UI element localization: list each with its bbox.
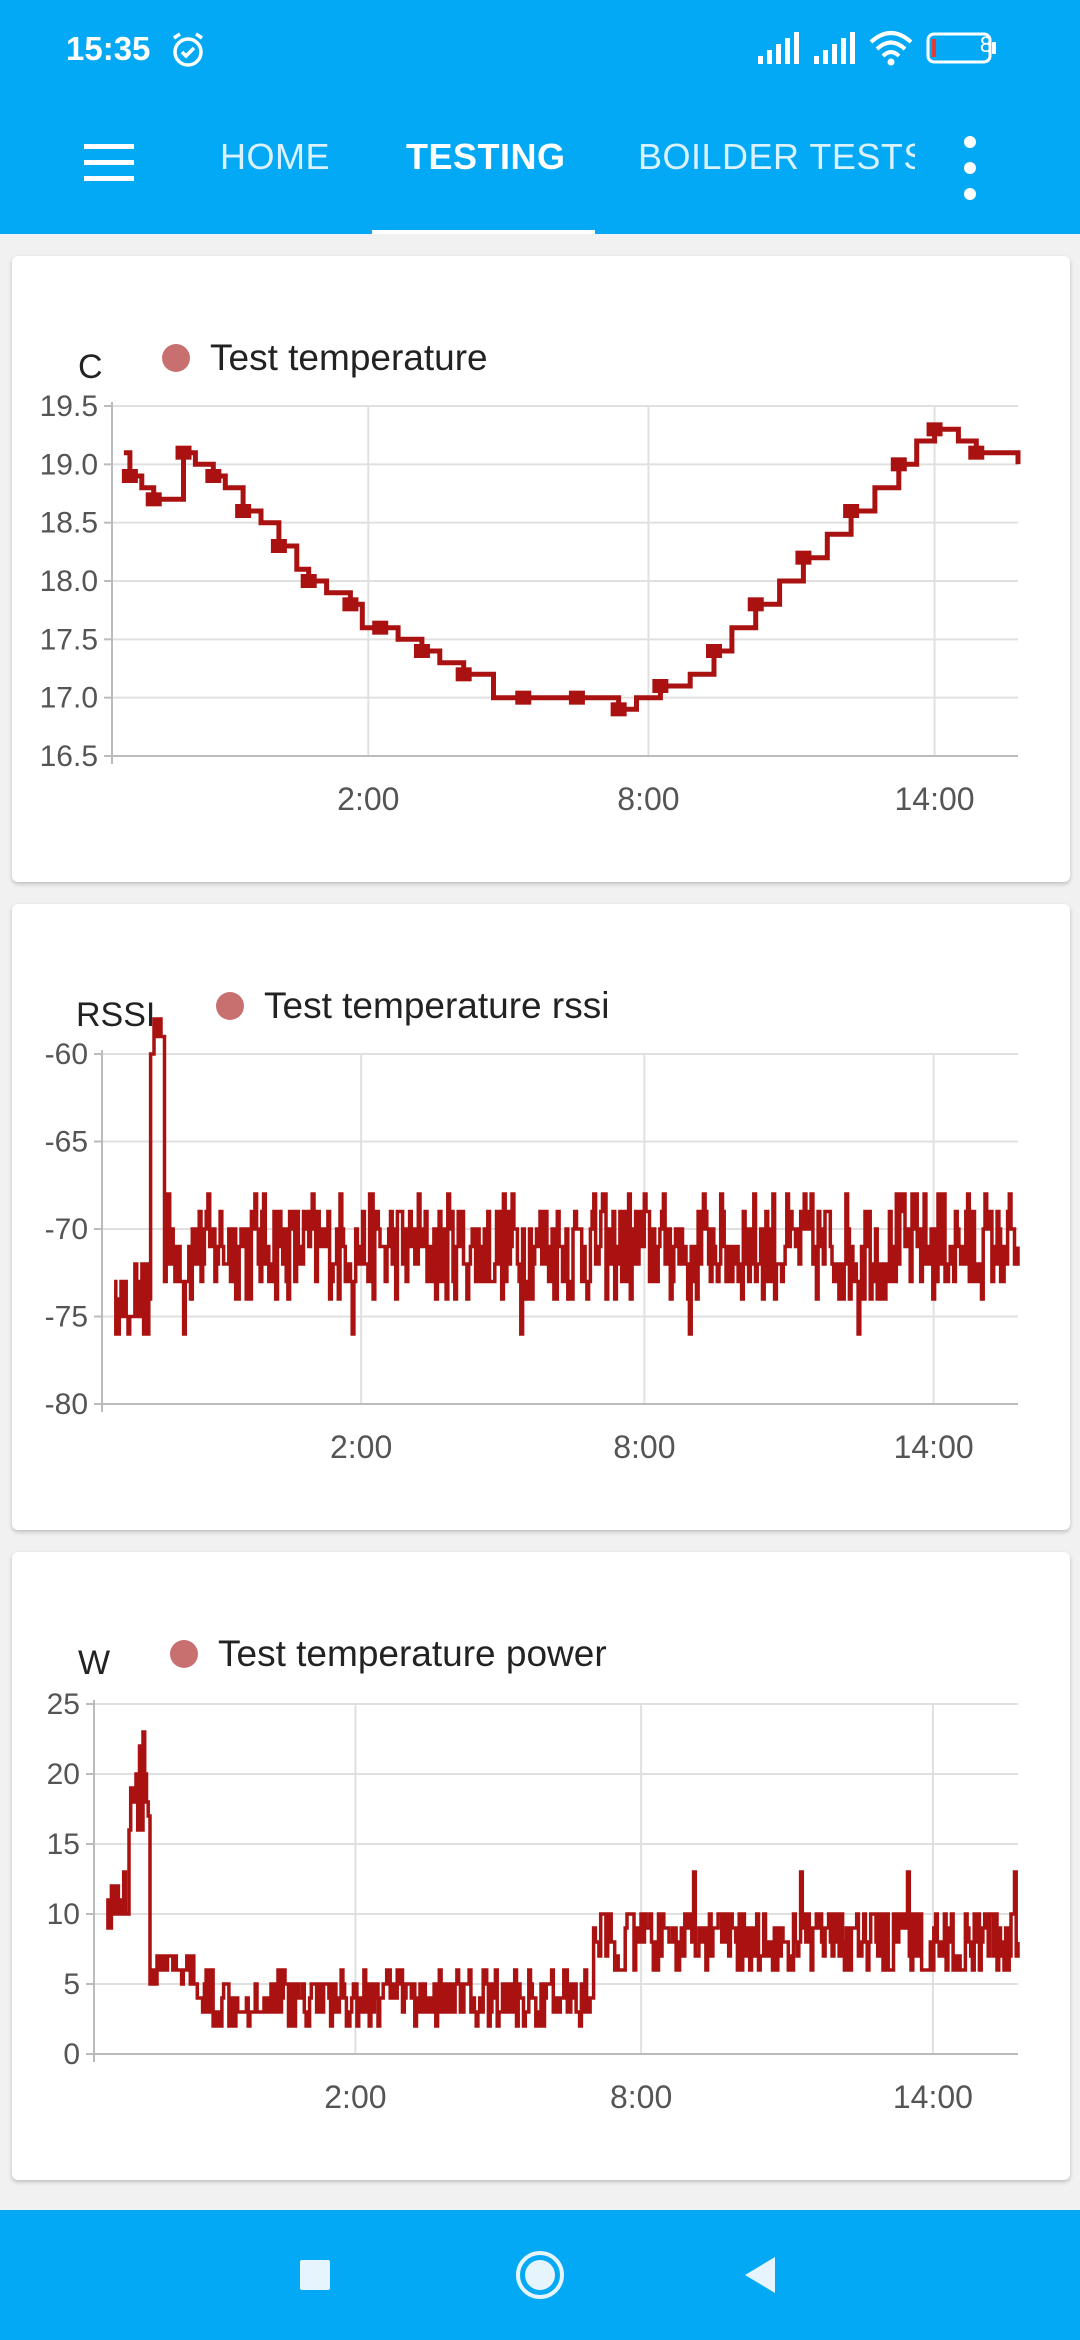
legend-label: Test temperature power <box>218 1633 607 1674</box>
y-tick-label: 17.5 <box>40 623 98 656</box>
app-bar: HOME TESTING BOILDER TESTS <box>0 100 1080 234</box>
data-point <box>413 644 430 658</box>
menu-button[interactable] <box>80 138 140 198</box>
recents-button[interactable] <box>280 2240 350 2310</box>
y-tick-label: 5 <box>63 1968 80 2001</box>
data-point <box>568 690 585 705</box>
temperature-chart: C Test temperature 19.5 19.0 18.5 18.0 17.5 17.… <box>40 337 1021 817</box>
legend-label: Test temperature <box>210 337 488 378</box>
x-tick-label: 2:00 <box>324 2079 386 2115</box>
data-point <box>175 445 192 460</box>
signal-icon <box>814 32 855 64</box>
data-point <box>890 457 907 472</box>
rssi-chart: RSSI Test temperature rssi -60 -65 -70 -75 -80… <box>45 985 1020 1465</box>
more-options-button[interactable] <box>960 134 982 204</box>
legend-marker <box>216 992 244 1020</box>
y-tick-label: -65 <box>45 1126 88 1159</box>
x-tick-label: 8:00 <box>617 781 679 817</box>
data-point <box>610 702 627 717</box>
data-point <box>372 620 389 635</box>
y-tick-label: 18.0 <box>40 565 98 598</box>
status-time: 15:35 <box>66 30 151 67</box>
y-tick-label: -75 <box>45 1301 88 1334</box>
rssi-card: RSSI Test temperature rssi -60 -65 -70 -75 -80… <box>12 904 1070 1530</box>
series-line <box>106 1730 1020 2028</box>
y-tick-label: -60 <box>45 1038 88 1071</box>
x-tick-label: 14:00 <box>894 1429 974 1465</box>
data-point <box>706 644 723 658</box>
data-point <box>145 492 162 507</box>
y-tick-label: 19.0 <box>40 448 98 481</box>
y-tick-label: 25 <box>47 1688 80 1721</box>
y-tick-label: 15 <box>47 1828 80 1861</box>
y-tick-label: 0 <box>63 2038 80 2071</box>
y-tick-label: -80 <box>45 1388 88 1421</box>
y-tick-label: -70 <box>45 1213 88 1246</box>
data-point <box>300 574 317 588</box>
data-point <box>968 445 985 460</box>
x-tick-label: 8:00 <box>613 1429 675 1465</box>
active-tab-indicator <box>372 230 595 234</box>
data-point <box>121 469 138 483</box>
power-card: W Test temperature power 25 20 15 10 5 0 2:00 8:0… <box>12 1552 1070 2180</box>
x-tick-label: 14:00 <box>893 2079 973 2115</box>
y-axis-unit: C <box>78 348 103 386</box>
y-axis-unit: W <box>78 1644 110 1682</box>
tab-home[interactable]: HOME <box>220 100 330 234</box>
temperature-card: C Test temperature 19.5 19.0 18.5 18.0 17.5 17.… <box>12 256 1070 882</box>
x-tick-label: 2:00 <box>337 781 399 817</box>
data-point <box>652 679 669 693</box>
data-point <box>843 504 860 518</box>
y-tick-label: 18.5 <box>40 507 98 540</box>
signal-icon <box>758 32 799 64</box>
data-point <box>795 550 812 565</box>
series-line <box>123 426 1021 712</box>
tab-boilder-tests[interactable]: BOILDER TESTS <box>638 100 915 234</box>
data-point <box>270 539 287 553</box>
tab-bar: HOME TESTING BOILDER TESTS <box>190 100 915 234</box>
app-header: 15:35 8 HOME TESTING BOILDER TESTS <box>0 0 1080 234</box>
y-tick-label: 10 <box>47 1898 80 1931</box>
data-point <box>205 469 222 483</box>
y-tick-label: 20 <box>47 1758 80 1791</box>
legend-marker <box>170 1640 198 1668</box>
legend-label: Test temperature rssi <box>264 985 609 1026</box>
alarm-icon <box>168 30 208 75</box>
y-axis-unit: RSSI <box>76 996 155 1034</box>
x-tick-label: 8:00 <box>610 2079 672 2115</box>
data-point <box>235 504 252 518</box>
y-tick-label: 17.0 <box>40 682 98 715</box>
navigation-bar <box>0 2210 1080 2340</box>
series-line <box>114 1017 1020 1336</box>
data-point <box>926 422 943 437</box>
data-point <box>455 667 472 682</box>
x-tick-label: 2:00 <box>330 1429 392 1465</box>
data-point <box>747 597 764 612</box>
legend-marker <box>162 344 190 372</box>
data-point <box>342 597 359 612</box>
back-button[interactable] <box>725 2240 795 2310</box>
data-point <box>515 690 532 705</box>
battery-level: 8 <box>979 32 993 57</box>
home-button[interactable] <box>505 2240 575 2310</box>
wifi-icon <box>869 31 913 66</box>
y-tick-label: 16.5 <box>40 740 98 773</box>
power-chart: W Test temperature power 25 20 15 10 5 0 2:00 8:0… <box>47 1633 1020 2115</box>
x-tick-label: 14:00 <box>895 781 975 817</box>
tab-testing[interactable]: TESTING <box>406 100 566 234</box>
status-bar: 15:35 8 <box>0 0 1080 100</box>
y-tick-label: 19.5 <box>40 390 98 423</box>
